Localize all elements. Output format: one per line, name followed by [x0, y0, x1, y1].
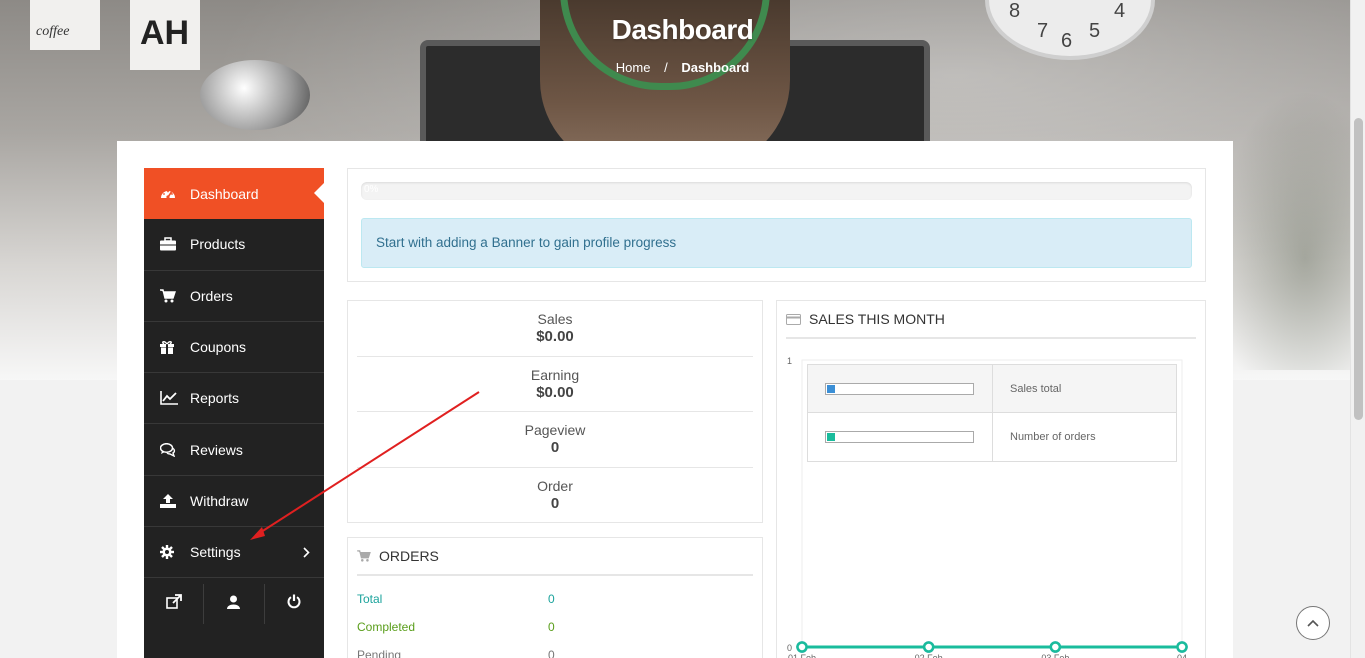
stat-sales: Sales $0.00: [357, 301, 753, 357]
sidebar-item-settings[interactable]: Settings: [144, 527, 324, 579]
stat-order: Order 0: [357, 468, 753, 524]
external-link-icon: [165, 593, 182, 615]
breadcrumb-separator: /: [664, 60, 668, 75]
stat-label: Sales: [537, 311, 573, 327]
sidebar-item-label: Dashboard: [190, 185, 259, 202]
legend-swatch-cell: [808, 365, 993, 412]
stats-panel: Sales $0.00 Earning $0.00 Pageview 0 Ord…: [347, 300, 763, 523]
breadcrumb-home[interactable]: Home: [616, 60, 651, 75]
power-icon: [287, 594, 301, 614]
scrollbar-thumb[interactable]: [1354, 118, 1363, 420]
x-tick-label: 04: [1177, 653, 1187, 658]
sidebar-item-label: Orders: [190, 287, 233, 304]
page-scrollbar[interactable]: [1350, 0, 1365, 658]
legend-item-number-of-orders[interactable]: Number of orders: [808, 413, 1176, 461]
gear-icon: [160, 545, 190, 560]
legend-label: Number of orders: [1010, 431, 1096, 443]
breadcrumb-current: Dashboard: [681, 60, 750, 75]
series-point: [796, 641, 808, 653]
stat-label: Pageview: [524, 422, 586, 439]
series-point: [1176, 641, 1188, 653]
stat-earning: Earning $0.00: [357, 357, 753, 413]
sidebar-footer: [144, 578, 324, 630]
cart-icon: [160, 289, 190, 303]
sidebar-item-label: Reports: [190, 390, 240, 407]
stat-label: Earning: [530, 366, 580, 383]
sales-month-title: SALES THIS MONTH: [809, 311, 945, 327]
sidebar-item-label: Withdraw: [190, 492, 249, 509]
stat-value: 0: [550, 439, 560, 457]
briefcase-icon: [160, 237, 190, 251]
orders-panel: ORDERS Total 0 Completed 0 Pending 0: [347, 537, 763, 658]
orders-value: 0: [548, 620, 555, 634]
orders-row-completed[interactable]: Completed 0: [357, 613, 753, 641]
legend-swatch: [825, 431, 974, 443]
x-tick-label: 01 Feb: [788, 653, 816, 658]
x-tick-label: 03 Feb: [1041, 653, 1069, 658]
alert-message: Start with adding a Banner to gain profi…: [376, 235, 677, 250]
sidebar-item-label: Reviews: [190, 441, 243, 458]
profile-button[interactable]: [204, 584, 265, 625]
stat-value: $0.00: [536, 383, 574, 401]
profile-progress-panel: 0% Start with adding a Banner to gain pr…: [347, 168, 1206, 282]
profile-progress-alert: Start with adding a Banner to gain profi…: [361, 218, 1192, 268]
y-tick-label: 1: [787, 356, 792, 366]
sidebar-item-withdraw[interactable]: Withdraw: [144, 476, 324, 528]
cart-icon: [357, 550, 371, 562]
chevron-right-icon: [303, 545, 310, 561]
stat-label: Order: [537, 478, 573, 495]
sidebar-item-reports[interactable]: Reports: [144, 373, 324, 425]
profile-progress-bar: 0%: [361, 182, 1192, 200]
orders-label: Total: [357, 592, 383, 606]
sidebar-item-products[interactable]: Products: [144, 219, 324, 271]
logout-button[interactable]: [265, 584, 324, 624]
upload-icon: [160, 493, 190, 508]
sidebar-item-coupons[interactable]: Coupons: [144, 322, 324, 374]
y-tick-label: 0: [787, 643, 792, 653]
orders-title: ORDERS: [379, 548, 439, 564]
chart-legend: Sales total Number of orders: [807, 364, 1177, 462]
stat-value: $0.00: [536, 328, 574, 345]
dashboard-icon: [160, 186, 190, 202]
orders-value: 0: [548, 648, 555, 658]
orders-row-pending[interactable]: Pending 0: [357, 641, 753, 658]
orders-row-total[interactable]: Total 0: [357, 585, 753, 613]
sidebar-item-label: Settings: [190, 544, 241, 561]
orders-label: Pending: [357, 648, 402, 658]
gift-icon: [160, 340, 190, 355]
user-icon: [227, 595, 241, 614]
sidebar-item-reviews[interactable]: Reviews: [144, 424, 324, 476]
orders-label: Completed: [357, 620, 416, 634]
legend-swatch-cell: [808, 413, 993, 461]
orders-value: 0: [548, 592, 555, 606]
legend-label: Sales total: [1010, 382, 1062, 395]
orders-header: ORDERS: [357, 538, 753, 576]
credit-card-icon: [786, 313, 801, 325]
sales-month-header: SALES THIS MONTH: [786, 301, 1196, 339]
chevron-up-icon: [1307, 614, 1319, 632]
breadcrumb: Home / Dashboard: [0, 60, 1365, 75]
stat-value: 0: [550, 495, 560, 513]
page-title: Dashboard: [611, 14, 754, 45]
hero-plant: [1215, 90, 1365, 370]
sidebar-item-orders[interactable]: Orders: [144, 271, 324, 322]
x-tick-label: 02 Feb: [915, 653, 943, 658]
sales-month-panel: SALES THIS MONTH 0 1 01 Feb 02 Feb 03 Feb 04 …: [776, 300, 1206, 658]
progress-percent: 0%: [364, 184, 379, 195]
legend-swatch-fill: [827, 433, 835, 441]
line-chart-icon: [160, 391, 190, 406]
sidebar: Dashboard Products Orders Coupons Report…: [144, 168, 325, 658]
sidebar-item-label: Coupons: [190, 339, 247, 356]
legend-swatch: [825, 382, 974, 395]
sidebar-item-dashboard[interactable]: Dashboard: [144, 168, 325, 220]
series-point: [1049, 641, 1062, 653]
back-to-top-button[interactable]: [1296, 606, 1330, 640]
legend-item-sales-total[interactable]: Sales total: [808, 365, 1176, 413]
stat-pageview: Pageview 0: [357, 412, 753, 469]
comments-icon: [160, 442, 190, 457]
series-point: [922, 641, 935, 653]
external-link-button[interactable]: [144, 584, 205, 625]
legend-swatch-fill: [827, 384, 835, 393]
sidebar-item-label: Products: [190, 236, 246, 253]
